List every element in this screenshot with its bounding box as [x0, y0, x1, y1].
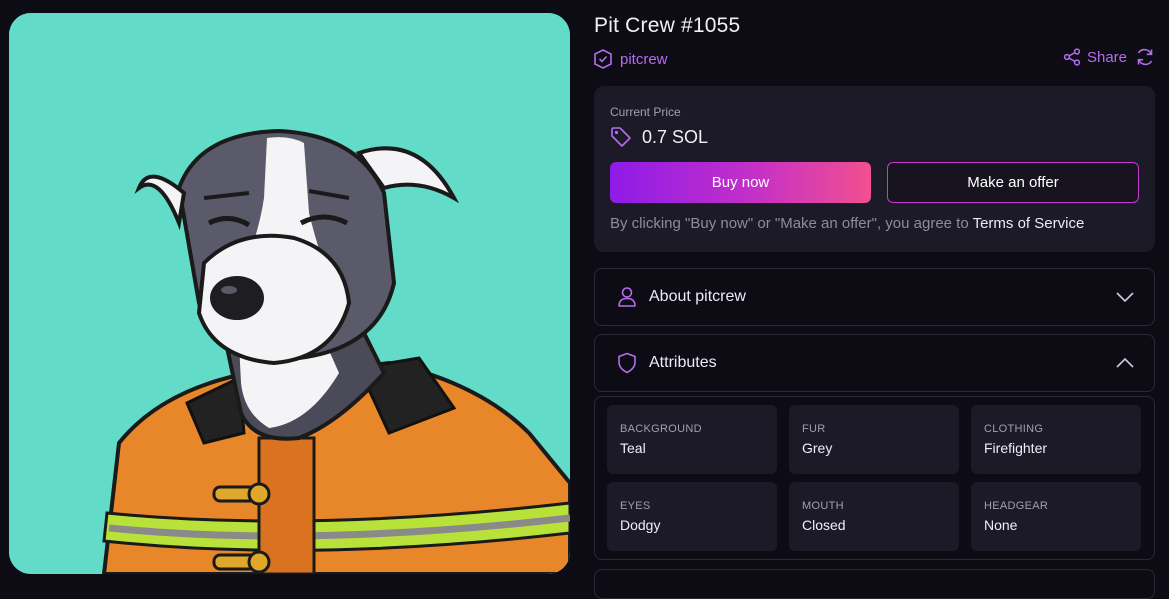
attribute-key: EYES	[620, 500, 651, 512]
attribute-value: Dodgy	[620, 517, 661, 533]
attribute-key: CLOTHING	[984, 423, 1044, 435]
attributes-panel: Attributes	[594, 334, 1155, 392]
attributes-panel-label: Attributes	[649, 354, 717, 371]
attributes-grid: BACKGROUND Teal FUR Grey CLOTHING Firefi…	[594, 396, 1155, 560]
attribute-value: Firefighter	[984, 440, 1048, 456]
share-bar: Share	[1063, 46, 1155, 68]
attribute-key: HEADGEAR	[984, 500, 1049, 512]
make-offer-button[interactable]: Make an offer	[887, 162, 1139, 203]
collection-name: pitcrew	[620, 50, 668, 68]
next-panel[interactable]	[594, 569, 1155, 599]
share-icon	[1063, 48, 1081, 66]
attribute-card: CLOTHING Firefighter	[971, 405, 1141, 474]
terms-notice: By clicking "Buy now" or "Make an offer"…	[610, 215, 1084, 232]
attribute-value: None	[984, 517, 1018, 533]
chevron-down-icon	[1116, 292, 1134, 302]
price-label: Current Price	[610, 105, 681, 119]
about-panel-toggle[interactable]: About pitcrew	[595, 269, 1154, 325]
attribute-value: Teal	[620, 440, 646, 456]
price-card: Current Price 0.7 SOL Buy now Make an of…	[594, 86, 1155, 252]
about-panel-label: About pitcrew	[649, 288, 746, 305]
price-row: 0.7 SOL	[610, 126, 708, 148]
attribute-value: Closed	[802, 517, 846, 533]
share-label: Share	[1086, 48, 1127, 66]
refresh-icon[interactable]	[1135, 47, 1155, 67]
nft-title: Pit Crew #1055	[594, 14, 741, 37]
collection-link[interactable]: pitcrew	[594, 48, 668, 70]
dog-firefighter-artwork	[9, 13, 570, 574]
buy-now-button[interactable]: Buy now	[610, 162, 871, 203]
chevron-up-icon	[1116, 358, 1134, 368]
attribute-key: FUR	[802, 423, 826, 435]
verified-shield-icon	[594, 49, 612, 69]
price-tag-icon	[611, 127, 631, 147]
attribute-value: Grey	[802, 440, 833, 456]
attributes-panel-toggle[interactable]: Attributes	[595, 335, 1154, 391]
attribute-card: EYES Dodgy	[607, 482, 777, 551]
about-panel: About pitcrew	[594, 268, 1155, 326]
attribute-card: HEADGEAR None	[971, 482, 1141, 551]
nft-image[interactable]	[9, 13, 570, 574]
attribute-card: MOUTH Closed	[789, 482, 959, 551]
price-value: 0.7 SOL	[642, 126, 709, 147]
attribute-key: BACKGROUND	[620, 423, 702, 435]
share-button[interactable]: Share	[1063, 48, 1127, 66]
user-icon	[618, 287, 636, 307]
attribute-key: MOUTH	[802, 500, 844, 512]
terms-of-service-link[interactable]: Terms of Service	[973, 215, 1085, 232]
attribute-card: BACKGROUND Teal	[607, 405, 777, 474]
shield-icon	[618, 352, 636, 374]
terms-text: By clicking "Buy now" or "Make an offer"…	[610, 215, 973, 232]
attribute-card: FUR Grey	[789, 405, 959, 474]
